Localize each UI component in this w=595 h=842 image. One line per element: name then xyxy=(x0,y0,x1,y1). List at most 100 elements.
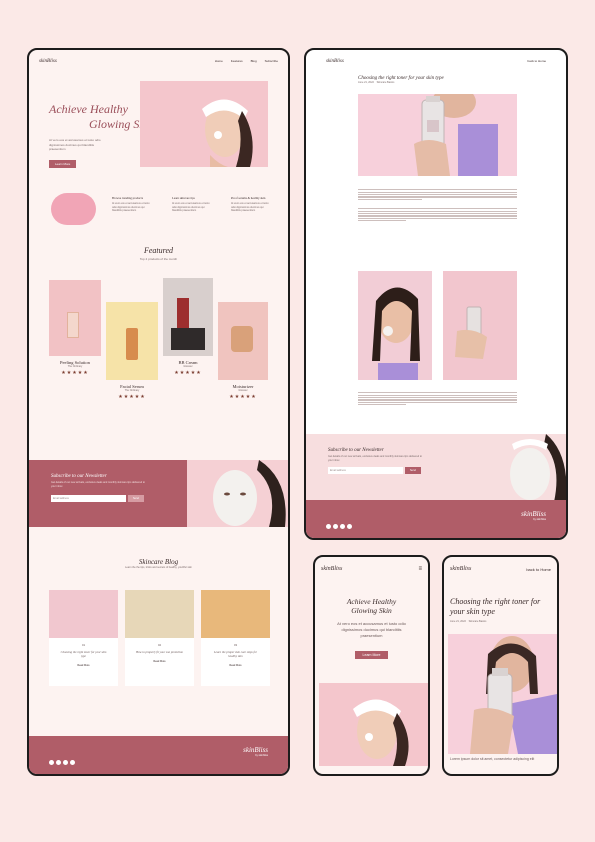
newsletter-title: Subscribe to our Newsletter xyxy=(328,448,384,453)
newsletter-text: Get details of our new arrivals, exclusi… xyxy=(51,481,145,488)
read-more-link[interactable]: Read More xyxy=(49,664,118,667)
logo[interactable]: skinBliss xyxy=(450,566,471,572)
rating-stars: ★★★★★ xyxy=(61,369,89,376)
newsletter-section: Subscribe to our Newsletter Get details … xyxy=(29,460,288,527)
nav-item-home[interactable]: Home xyxy=(215,59,223,63)
article-image-left xyxy=(358,271,432,380)
back-to-home-link[interactable]: back to Home xyxy=(526,567,551,572)
send-button[interactable]: Send xyxy=(405,467,421,474)
send-button[interactable]: Send xyxy=(128,495,144,502)
learn-more-button[interactable]: Learn More xyxy=(49,159,77,168)
facebook-icon[interactable] xyxy=(49,760,54,765)
features-section: Browse trending products At vero eos et … xyxy=(29,184,288,244)
logo[interactable]: skinBliss xyxy=(321,566,342,572)
hero-text: At vero eos et accusamus et iusto odio d… xyxy=(49,138,101,151)
product-image xyxy=(218,302,268,380)
top-nav: skinBliss Home Features Blog Subscribe xyxy=(29,50,288,72)
mobile-article-screen: skinBliss back to Home Choosing the righ… xyxy=(442,555,559,776)
mobile-home-screen: skinBliss ≡ Achieve Healthy Glowing Skin… xyxy=(313,555,430,776)
blog-subtitle: Learn the the tips, tricks and secrets o… xyxy=(125,566,192,569)
blog-card-image xyxy=(49,590,118,638)
facebook-icon[interactable] xyxy=(326,524,331,529)
product-image xyxy=(106,302,158,380)
footer-tagline: by skinbliss xyxy=(533,518,546,521)
newsletter-text: Get details of our new arrivals, exclusi… xyxy=(328,455,422,462)
desktop-home-screen: skinBliss Home Features Blog Subscribe A… xyxy=(27,48,290,776)
featured-section: Featured Top 4 products of the month Pee… xyxy=(29,244,288,464)
blog-section: Skincare Blog Learn the the tips, tricks… xyxy=(29,558,288,708)
footer-logo[interactable]: skinBliss xyxy=(521,510,546,518)
tiktok-icon[interactable] xyxy=(56,760,61,765)
woman-with-headband-image xyxy=(202,99,253,167)
nav-item-blog[interactable]: Blog xyxy=(251,59,257,63)
face-mask-image xyxy=(486,434,566,502)
blog-card-image xyxy=(125,590,194,638)
logo[interactable]: skinBliss xyxy=(39,59,57,64)
article-date: June 21, 2022 xyxy=(358,81,374,84)
product-card[interactable]: Peeling Solution The Ordinary ★★★★★ xyxy=(49,280,101,376)
hero-title-line1: Achieve Healthy xyxy=(346,597,397,606)
read-more-link[interactable]: Read More xyxy=(125,660,194,663)
newsletter-section: Subscribe to our Newsletter Get details … xyxy=(306,434,566,502)
desktop-article-screen: skinBliss back to Home Choosing the righ… xyxy=(304,48,568,540)
article-author: Skincare Basics xyxy=(468,620,487,623)
blog-card[interactable]: 01 Choosing the right toner for your ski… xyxy=(49,590,118,686)
blog-card-title: How to properly fit your sun protection xyxy=(135,649,184,654)
blog-card-title: Learn the proper skin care steps for hea… xyxy=(214,649,257,658)
logo[interactable]: skinBliss xyxy=(326,59,344,64)
learn-more-button[interactable]: Learn More xyxy=(354,651,389,659)
nav-item-subscribe[interactable]: Subscribe xyxy=(265,59,278,63)
newsletter-title: Subscribe to our Newsletter xyxy=(51,474,107,479)
back-to-home-link[interactable]: back to Home xyxy=(527,59,546,63)
footer: skinBliss by skinbliss xyxy=(29,736,288,774)
feature-card: Proof serums & healthy skin At vero eos … xyxy=(231,196,271,213)
article-date: June 21, 2022 xyxy=(450,620,466,623)
instagram-icon[interactable] xyxy=(63,760,68,765)
rating-stars: ★★★★★ xyxy=(118,393,146,400)
hero-title-line2: Glowing Skin xyxy=(351,606,392,615)
nav-item-features[interactable]: Features xyxy=(231,59,243,63)
blog-card[interactable]: 03 Learn the proper skin care steps for … xyxy=(201,590,270,686)
product-image xyxy=(163,278,213,356)
hamburger-menu-icon[interactable]: ≡ xyxy=(418,566,422,572)
article-paragraph: Lorem ipsum dolor sit amet, consectetur … xyxy=(450,757,535,761)
feature-title: Learn skincare tips xyxy=(172,196,195,200)
article-hero-image xyxy=(448,634,557,754)
telegram-icon[interactable] xyxy=(70,760,75,765)
article-hero-image xyxy=(358,94,517,176)
blog-title: Skincare Blog xyxy=(138,558,179,566)
cream-image xyxy=(51,193,96,225)
blog-card[interactable]: 02 How to properly fit your sun protecti… xyxy=(125,590,194,686)
product-card[interactable]: Facial Serum The Ordinary ★★★★★ xyxy=(106,302,158,400)
social-icons xyxy=(49,752,77,770)
tiktok-icon[interactable] xyxy=(333,524,338,529)
featured-subtitle: Top 4 products of the month xyxy=(139,257,178,261)
email-input[interactable]: Email address xyxy=(51,495,126,502)
hero-image xyxy=(140,81,268,167)
read-more-link[interactable]: Read More xyxy=(201,664,270,667)
hero-title-line1: Achieve Healthy xyxy=(49,102,128,116)
feature-card: Browse trending products At vero eos et … xyxy=(112,196,150,213)
feature-title: Proof serums & healthy skin xyxy=(231,196,266,200)
article-image-right xyxy=(443,271,517,380)
product-image xyxy=(49,280,101,356)
product-card[interactable]: Moisturizer Glossier ★★★★★ xyxy=(218,302,268,400)
social-icons xyxy=(326,516,354,534)
featured-title: Featured xyxy=(143,246,174,255)
blog-card-title: Choosing the right toner for your skin t… xyxy=(60,649,107,658)
feature-text: At vero eos et accusamus et iusto odio d… xyxy=(172,202,210,212)
footer-logo[interactable]: skinBliss xyxy=(243,746,268,754)
email-input[interactable]: Email address xyxy=(328,467,403,474)
feature-text: At vero eos et accusamus et iusto odio d… xyxy=(231,202,269,212)
rating-stars: ★★★★★ xyxy=(174,369,202,376)
hero-image xyxy=(319,683,428,766)
product-card[interactable]: BB Cream Glossier ★★★★★ xyxy=(163,278,213,376)
nav-menu: Home Features Blog Subscribe xyxy=(215,59,278,63)
hero-text: At vero eos et accusamus et iusto odio d… xyxy=(337,621,406,638)
article-title: Choosing the right toner for your skin t… xyxy=(450,597,541,616)
feature-text: At vero eos et accusamus et iusto odio d… xyxy=(112,202,150,212)
telegram-icon[interactable] xyxy=(347,524,352,529)
hero-section: Achieve Healthy Glowing Skin At vero eos… xyxy=(29,72,288,172)
footer: skinBliss by skinbliss xyxy=(306,500,566,538)
instagram-icon[interactable] xyxy=(340,524,345,529)
